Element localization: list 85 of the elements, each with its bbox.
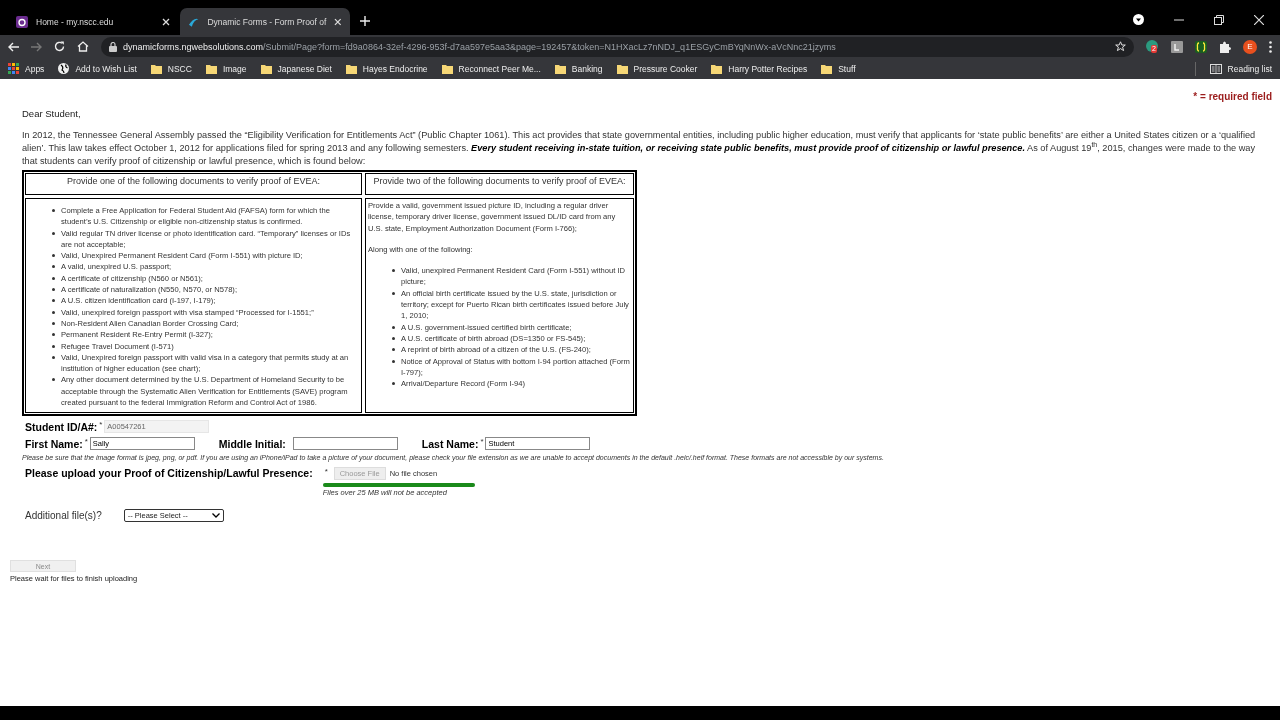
- puzzle-icon[interactable]: [1219, 40, 1231, 53]
- bullet-icon: [52, 231, 55, 235]
- bookmark[interactable]: Stuff: [821, 63, 856, 74]
- field-label: Last Name:: [421, 437, 479, 450]
- folder-icon: [711, 63, 723, 74]
- bullet-icon: [392, 359, 395, 363]
- required-mark: *: [84, 437, 89, 447]
- lock-icon: [109, 41, 117, 52]
- bullet-icon: [52, 355, 55, 359]
- bullet-icon: [52, 310, 55, 314]
- field-label: Student ID/A#:: [25, 420, 98, 433]
- close-icon[interactable]: [1254, 15, 1264, 25]
- restore-icon[interactable]: [1214, 15, 1224, 25]
- reading-list-icon: [1209, 63, 1222, 74]
- bullet-icon: [392, 325, 395, 329]
- browser-tab[interactable]: Dynamic Forms - Form Proof of: [180, 8, 350, 35]
- url-text: dynamicforms.ngwebsolutions.com/Submit/Page?form=fd9a0864-32ef-4296-953f-d7aa597e5aa3&page=192457&token=N1HXacLz7nNDJ_q1ESGyCmBYqNnWx-aVcNnc21jzyms: [123, 41, 836, 52]
- bullet-icon: [392, 382, 395, 386]
- bullet-icon: [52, 265, 55, 269]
- upload-label: Please upload your Proof of Citizenship/Lawful Presence:: [25, 467, 313, 482]
- bookmark[interactable]: Add to Wish List: [58, 63, 137, 74]
- bookmark[interactable]: Hayes Endocrine: [345, 63, 428, 74]
- close-icon[interactable]: [334, 17, 342, 26]
- bullet-icon: [52, 288, 55, 292]
- apps-grid-icon: [8, 63, 19, 74]
- folder-icon: [616, 63, 628, 74]
- browser-tab[interactable]: Home - my.nscc.edu: [8, 8, 178, 35]
- chevron-down-icon: [211, 513, 220, 519]
- required-field-note: * = required field: [1193, 91, 1272, 102]
- extension-icon[interactable]: [1171, 40, 1183, 53]
- bullet-icon: [392, 348, 395, 352]
- input-field[interactable]: [292, 437, 398, 451]
- reload-icon[interactable]: [54, 41, 65, 52]
- folder-icon: [554, 63, 566, 74]
- bookmark[interactable]: Reconnect Peer Me...: [441, 63, 541, 74]
- globe-icon: [58, 63, 70, 74]
- folder-icon: [821, 63, 833, 74]
- field-label: Additional file(s)?: [25, 510, 102, 522]
- required-mark: *: [480, 437, 485, 447]
- bookmark[interactable]: Image: [205, 63, 247, 74]
- bullet-icon: [52, 209, 55, 212]
- folder-icon: [441, 63, 453, 74]
- bullet-icon: [52, 344, 55, 348]
- intro-paragraph: In 2012, the Tennessee General Assembly passed the “Eligibility Verification for Entitlements Act” (Public Chapter 1061). This act provides that state governmental entities, including public higher education, must verify that applicants for ‘state public benefits’ are either a United States citizen or a ‘qualified alien’. This law takes effect October 1, 2012 for applications filed for spring 2013 and any following semesters. Every student receiving in-state tuition, or receiving state public benefits, must provide proof of citizenship or lawful presence. As of August 19$^{th}$, 2015, changes were made to the way that students can verify proof of citizenship or lawful presence, which is found below:: [22, 129, 1257, 168]
- column-heading: Provide two of the following documents to verify proof of EVEA:: [365, 173, 634, 195]
- address-bar[interactable]: dynamicforms.ngwebsolutions.com/Submit/Page?form=fd9a0864-32ef-4296-953f-d7aa597e5aa3&page=192457&token=N1HXacLz7nNDJ_q1ESGyCmBYqNnWx-aVcNnc21jzyms: [101, 36, 1134, 57]
- home-icon[interactable]: [77, 41, 89, 52]
- star-icon[interactable]: [1115, 41, 1126, 52]
- folder-icon: [150, 63, 162, 74]
- tab-title: Home - my.nscc.edu: [36, 16, 115, 27]
- bullet-icon: [392, 269, 395, 273]
- bullet-icon: [52, 254, 55, 258]
- bullet-icon: [52, 276, 55, 280]
- tab-title: Dynamic Forms - Form Proof of: [207, 16, 327, 27]
- column-heading: Provide one of the following documents to verify proof of EVEA:: [25, 173, 362, 195]
- close-icon[interactable]: [162, 17, 170, 26]
- profile-avatar[interactable]: E: [1243, 39, 1257, 54]
- greeting-text: Dear Student,: [22, 108, 82, 119]
- forward-icon[interactable]: [31, 41, 42, 52]
- bullet-icon: [52, 321, 55, 325]
- extension-icon[interactable]: [1195, 40, 1207, 53]
- bullet-icon: [52, 378, 55, 382]
- site-icon: [16, 15, 28, 28]
- field-label: Middle Initial:: [218, 437, 286, 450]
- folder-icon: [205, 63, 217, 74]
- bullet-icon: [392, 291, 395, 295]
- reading-list-button[interactable]: Reading list: [1209, 63, 1272, 74]
- bullet-icon: [52, 299, 55, 303]
- bullet-icon: [52, 333, 55, 337]
- required-mark: *: [99, 420, 104, 430]
- field-label: First Name:: [25, 437, 83, 450]
- bookmark[interactable]: Harry Potter Recipes: [711, 63, 808, 74]
- folder-icon: [260, 63, 272, 74]
- new-tab-icon[interactable]: [360, 16, 370, 26]
- tab-search-icon[interactable]: [1133, 14, 1144, 25]
- bookmark[interactable]: Apps: [8, 63, 45, 74]
- bookmark[interactable]: Pressure Cooker: [616, 63, 698, 74]
- menu-icon[interactable]: [1269, 40, 1272, 53]
- bullet-icon: [392, 336, 395, 340]
- back-icon[interactable]: [8, 41, 19, 52]
- required-mark: *: [324, 467, 329, 477]
- folder-icon: [345, 63, 357, 74]
- bookmark[interactable]: Banking: [554, 63, 603, 74]
- bookmark[interactable]: NSCC: [150, 63, 192, 74]
- bookmark[interactable]: Japanese Diet: [260, 63, 332, 74]
